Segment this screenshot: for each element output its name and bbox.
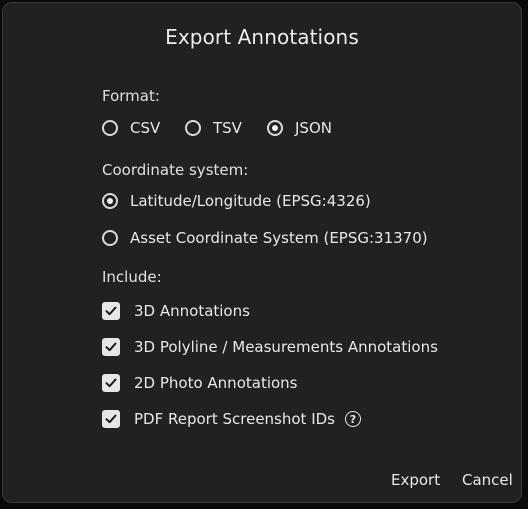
include-label: Include:	[102, 268, 162, 286]
cancel-button[interactable]: Cancel	[462, 471, 513, 489]
coord-asset-label: Asset Coordinate System (EPSG:31370)	[130, 229, 428, 247]
include-item-pdf-report[interactable]: PDF Report Screenshot IDs ?	[102, 410, 361, 428]
help-circle-icon[interactable]: ?	[345, 411, 361, 427]
checkmark-icon	[105, 414, 117, 424]
include-item-2d-photo[interactable]: 2D Photo Annotations	[102, 374, 298, 392]
coord-option-asset[interactable]: Asset Coordinate System (EPSG:31370)	[102, 229, 428, 247]
coordinate-system-label: Coordinate system:	[102, 161, 249, 179]
format-tsv-label: TSV	[213, 119, 242, 137]
export-button[interactable]: Export	[391, 471, 440, 489]
format-tsv-radio[interactable]	[185, 120, 201, 136]
export-annotations-dialog: Export Annotations Format: CSV TSV JSON …	[2, 2, 522, 503]
format-option-json[interactable]: JSON	[267, 119, 332, 137]
format-label: Format:	[102, 87, 160, 105]
coord-asset-radio[interactable]	[102, 230, 118, 246]
include-pdf-report-checkbox[interactable]	[102, 410, 120, 428]
include-2d-photo-label: 2D Photo Annotations	[134, 374, 298, 392]
checkmark-icon	[105, 378, 117, 388]
coord-latlon-radio[interactable]	[102, 193, 118, 209]
coord-option-latlon[interactable]: Latitude/Longitude (EPSG:4326)	[102, 192, 371, 210]
include-3d-annotations-label: 3D Annotations	[134, 302, 250, 320]
format-csv-radio[interactable]	[102, 120, 118, 136]
format-option-csv[interactable]: CSV	[102, 119, 160, 137]
include-3d-polyline-checkbox[interactable]	[102, 338, 120, 356]
format-option-tsv[interactable]: TSV	[185, 119, 242, 137]
checkmark-icon	[105, 342, 117, 352]
include-3d-annotations-checkbox[interactable]	[102, 302, 120, 320]
include-item-3d-polyline[interactable]: 3D Polyline / Measurements Annotations	[102, 338, 438, 356]
format-csv-label: CSV	[130, 119, 161, 137]
include-3d-polyline-label: 3D Polyline / Measurements Annotations	[134, 338, 438, 356]
format-json-radio[interactable]	[267, 120, 283, 136]
format-json-label: JSON	[295, 119, 332, 137]
include-pdf-report-label: PDF Report Screenshot IDs	[134, 410, 335, 428]
include-2d-photo-checkbox[interactable]	[102, 374, 120, 392]
coord-latlon-label: Latitude/Longitude (EPSG:4326)	[130, 192, 371, 210]
include-item-3d-annotations[interactable]: 3D Annotations	[102, 302, 250, 320]
dialog-title: Export Annotations	[165, 25, 359, 49]
checkmark-icon	[105, 306, 117, 316]
